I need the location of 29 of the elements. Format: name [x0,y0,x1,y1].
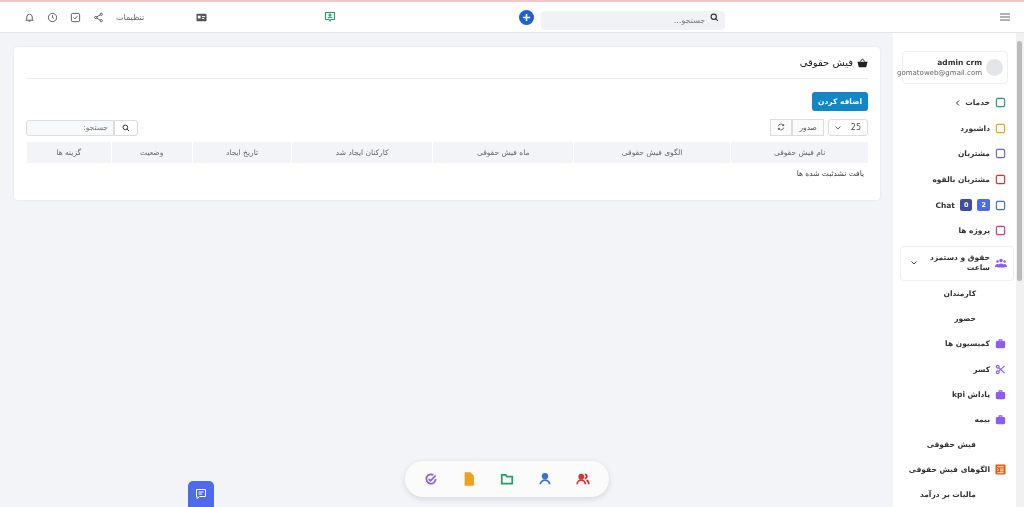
id-card-icon[interactable] [196,12,208,22]
chevron-icon [911,260,917,267]
caret-icon [955,99,961,106]
share-icon[interactable] [93,11,104,23]
person-icon[interactable] [538,472,552,486]
folder-icon[interactable] [500,472,514,486]
settings-link[interactable]: تنظیمات [116,12,145,22]
basket-icon [857,57,868,68]
support-chat-icon[interactable] [324,11,337,23]
bell-icon[interactable] [24,11,35,23]
checkbox-icon[interactable] [70,11,81,23]
check-circle-icon[interactable] [424,472,438,486]
search-field[interactable]: جستجو... [541,10,726,30]
add-button[interactable] [519,9,535,25]
clock-icon[interactable] [47,11,58,23]
refresh-button[interactable] [770,119,793,136]
chat-button[interactable] [188,481,214,507]
people-icon[interactable] [576,472,590,486]
chevron-icon [835,125,841,130]
search-icon [122,123,130,132]
scrollbar[interactable] [1016,33,1024,507]
plus-icon [522,12,532,22]
search-button[interactable] [114,119,138,136]
search-icon [710,12,720,22]
avatar-icon [986,59,1003,76]
message-icon [195,488,207,500]
page-size-select[interactable]: 25 [828,119,868,136]
card-title: فیش حقوقی [799,57,853,68]
refresh-icon [777,122,786,131]
